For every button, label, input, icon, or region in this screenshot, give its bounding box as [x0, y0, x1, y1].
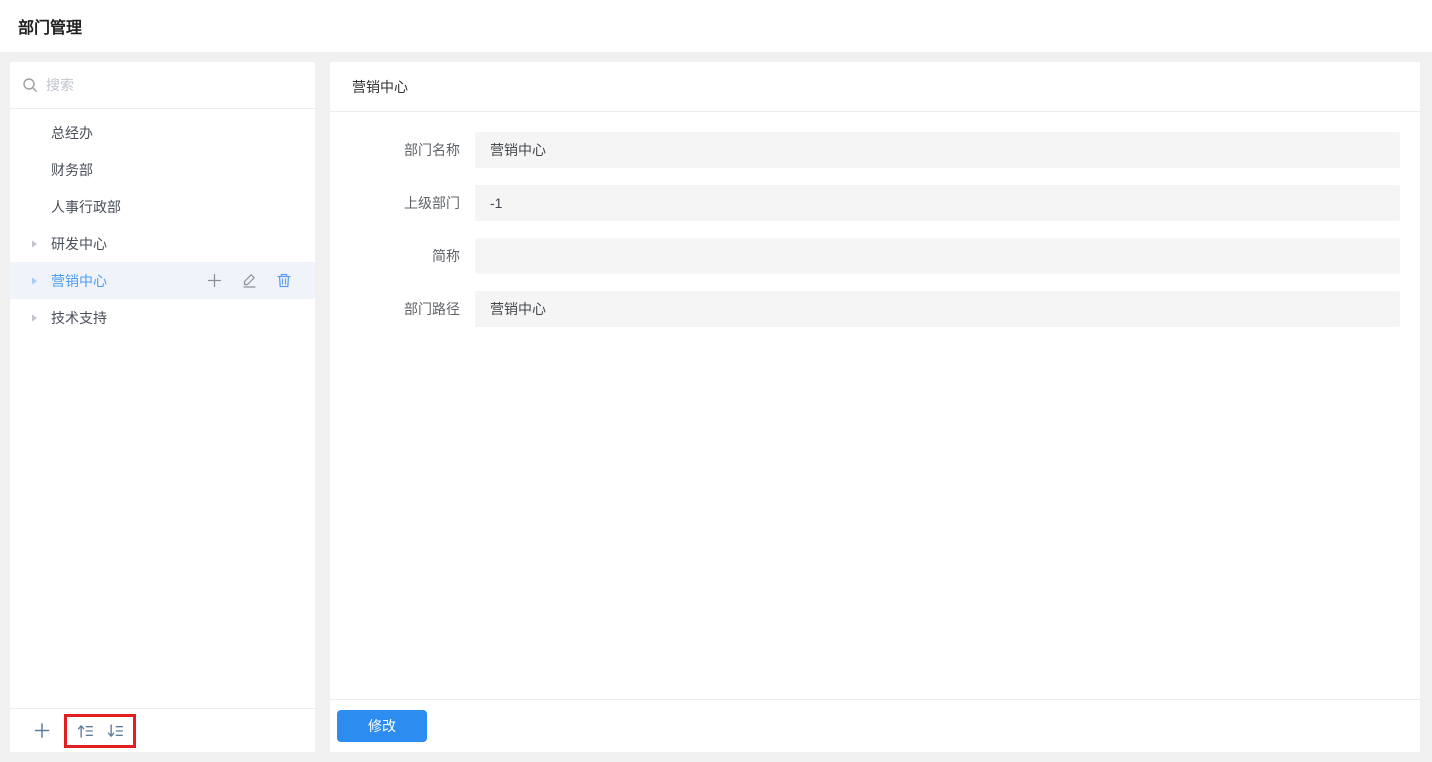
tree-item-label: 人事行政部 [51, 197, 293, 217]
department-path-label: 部门路径 [330, 299, 460, 319]
add-child-icon[interactable] [205, 272, 223, 290]
search-input[interactable] [46, 77, 303, 93]
search-bar [10, 62, 315, 109]
modify-button[interactable]: 修改 [337, 710, 427, 742]
tree-item-actions [205, 272, 293, 290]
parent-department-label: 上级部门 [330, 193, 460, 213]
tree-item-label: 财务部 [51, 160, 293, 180]
search-icon [22, 77, 38, 93]
form-row: 部门路径 [330, 291, 1420, 327]
department-tree: 总经办 财务部 人事行政部 研发中心 营销中心 [10, 109, 315, 708]
sidebar-footer [10, 708, 315, 752]
detail-title: 营销中心 [352, 77, 408, 97]
tree-item-label: 技术支持 [51, 308, 293, 328]
form-footer: 修改 [330, 699, 1420, 752]
department-form: 部门名称 上级部门 简称 部门路径 [330, 112, 1420, 699]
page-title: 部门管理 [18, 14, 82, 38]
tree-item-label: 营销中心 [51, 271, 205, 291]
annotation-highlight-box [64, 714, 136, 748]
expand-caret-icon[interactable] [27, 311, 41, 325]
form-row: 简称 [330, 238, 1420, 274]
tree-item-yingxiaozhongxin-selected[interactable]: 营销中心 [10, 262, 315, 299]
tree-item-label: 研发中心 [51, 234, 293, 254]
department-name-input[interactable] [475, 132, 1400, 168]
caret-right-icon [27, 200, 41, 214]
tree-item-zongjingban[interactable]: 总经办 [10, 114, 315, 151]
department-name-label: 部门名称 [330, 140, 460, 160]
department-path-input[interactable] [475, 291, 1400, 327]
sort-ascending-icon[interactable] [76, 722, 94, 740]
tree-item-jishuzhichi[interactable]: 技术支持 [10, 299, 315, 336]
department-sidebar: 总经办 财务部 人事行政部 研发中心 营销中心 [10, 62, 315, 752]
tree-item-caiwubu[interactable]: 财务部 [10, 151, 315, 188]
form-row: 部门名称 [330, 132, 1420, 168]
delete-trash-icon[interactable] [275, 272, 293, 290]
tree-item-label: 总经办 [51, 123, 293, 143]
department-detail-panel: 营销中心 部门名称 上级部门 简称 部门路径 修改 [330, 62, 1420, 752]
edit-pencil-icon[interactable] [240, 272, 258, 290]
add-root-department-icon[interactable] [33, 722, 51, 740]
caret-right-icon [27, 163, 41, 177]
detail-header: 营销中心 [330, 62, 1420, 112]
app-header: 部门管理 [0, 0, 1432, 52]
tree-item-yanfazhongxin[interactable]: 研发中心 [10, 225, 315, 262]
short-name-input[interactable] [475, 238, 1400, 274]
expand-caret-icon[interactable] [27, 274, 41, 288]
sort-descending-icon[interactable] [106, 722, 124, 740]
expand-caret-icon[interactable] [27, 237, 41, 251]
caret-right-icon [27, 126, 41, 140]
form-row: 上级部门 [330, 185, 1420, 221]
parent-department-input[interactable] [475, 185, 1400, 221]
tree-item-renshixingzhengbu[interactable]: 人事行政部 [10, 188, 315, 225]
short-name-label: 简称 [330, 246, 460, 266]
